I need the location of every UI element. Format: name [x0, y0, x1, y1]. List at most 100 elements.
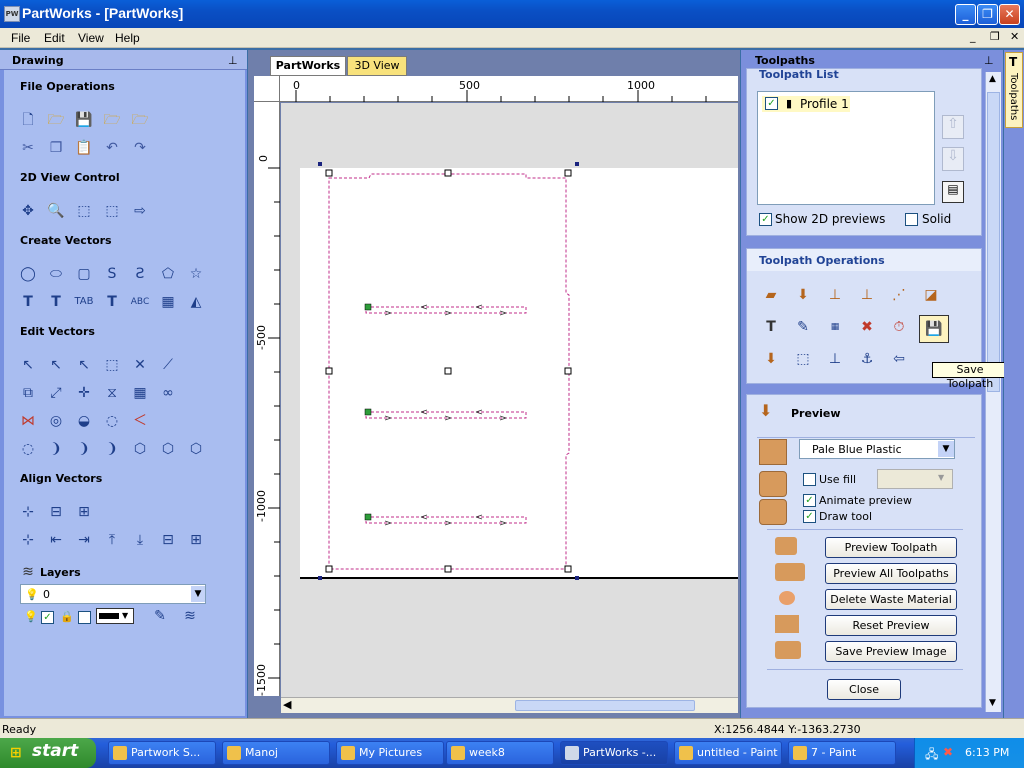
- delete-nodes-icon[interactable]: ✕: [130, 355, 150, 375]
- tab-partworks[interactable]: PartWorks: [270, 56, 346, 76]
- trim-icon[interactable]: ◌: [102, 411, 122, 431]
- redo-icon[interactable]: ↷: [130, 138, 150, 158]
- cut-icon[interactable]: ✂: [18, 138, 38, 158]
- zoom-extents-icon[interactable]: ⬚: [74, 201, 94, 221]
- rotate-icon[interactable]: ✛: [74, 383, 94, 403]
- reset-preview-button[interactable]: Reset Preview: [825, 615, 957, 636]
- text-engrave-icon[interactable]: T: [761, 317, 781, 337]
- center-vertical-icon[interactable]: ⊞: [186, 530, 206, 550]
- preview-all-toolpaths-button[interactable]: Preview All Toolpaths: [825, 563, 957, 584]
- security-alert-icon[interactable]: ✖: [943, 745, 953, 759]
- scroll-thumb[interactable]: [515, 700, 695, 711]
- layer-check[interactable]: ✓: [41, 611, 54, 624]
- preview-toolpath-button[interactable]: Preview Toolpath: [825, 537, 957, 558]
- save-preview-image-button[interactable]: Save Preview Image: [825, 641, 957, 662]
- list-item[interactable]: ✓ ▮ Profile 1: [762, 96, 850, 112]
- array-copy-icon[interactable]: ▦: [158, 292, 178, 312]
- close-vector-icon[interactable]: ⬡: [130, 439, 150, 459]
- layer-stack-icon[interactable]: ≋: [180, 606, 200, 626]
- zoom-icon[interactable]: 🔍: [46, 201, 66, 221]
- material-setup-icon[interactable]: ⬚: [793, 349, 813, 369]
- start-button[interactable]: ⊞ start: [0, 738, 96, 768]
- extend-icon[interactable]: ＜: [130, 411, 150, 431]
- maximize-button[interactable]: ❐: [977, 4, 998, 25]
- pan-icon[interactable]: ✥: [18, 201, 38, 221]
- scale-icon[interactable]: ⤢: [46, 383, 66, 403]
- profile-toolpath-icon[interactable]: ▰: [761, 285, 781, 305]
- text-auto-layout-icon[interactable]: TAB: [74, 292, 94, 312]
- animate-preview-checkbox[interactable]: ✓: [803, 494, 816, 507]
- solid-checkbox[interactable]: ✓: [905, 213, 918, 226]
- taskbar-item[interactable]: 7 - Paint: [788, 741, 896, 765]
- show-2d-previews-checkbox[interactable]: ✓: [759, 213, 772, 226]
- scroll-up-icon[interactable]: ▲: [989, 74, 996, 84]
- align-page-center-icon[interactable]: ⊹: [18, 530, 38, 550]
- save-file-icon[interactable]: 💾: [74, 110, 94, 130]
- draw-curve-icon[interactable]: Ƨ: [130, 264, 150, 284]
- draw-rectangle-icon[interactable]: ▢: [74, 264, 94, 284]
- menu-view[interactable]: View: [78, 31, 104, 45]
- vcarve-toolpath-icon[interactable]: ◪: [921, 285, 941, 305]
- panel-scrollbar[interactable]: ▲ ▼: [985, 72, 1001, 712]
- preview-material-icon[interactable]: ⬇: [761, 349, 781, 369]
- open-file-icon[interactable]: 🗁: [46, 110, 66, 130]
- toolpath-templates-icon[interactable]: ▦: [825, 317, 845, 337]
- mdi-close-icon[interactable]: ✕: [1010, 30, 1019, 43]
- chevron-down-icon[interactable]: ▼: [938, 441, 954, 457]
- toolpath-visible-checkbox[interactable]: ✓: [765, 97, 778, 110]
- fluting-toolpath-icon[interactable]: ⋰: [889, 285, 909, 305]
- draw-polygon-icon[interactable]: ⬠: [158, 264, 178, 284]
- mdi-restore-icon[interactable]: ❐: [990, 30, 1000, 43]
- menu-edit[interactable]: Edit: [44, 31, 65, 45]
- delete-toolpath-icon[interactable]: ✖: [857, 317, 877, 337]
- text-on-curve-icon[interactable]: ABC: [130, 292, 150, 312]
- undo-icon[interactable]: ↶: [102, 138, 122, 158]
- pocket-toolpath-icon[interactable]: ⬇: [793, 285, 813, 305]
- tbone-icon[interactable]: ❩: [102, 439, 122, 459]
- group-icon[interactable]: ▦: [130, 383, 150, 403]
- intersect-icon[interactable]: ◒: [74, 411, 94, 431]
- align-vertical-center-icon[interactable]: ⊞: [74, 502, 94, 522]
- move-down-button[interactable]: ⇩: [942, 147, 964, 171]
- drawing-canvas[interactable]: [281, 103, 738, 697]
- zoom-selection-icon[interactable]: ⬚: [102, 201, 122, 221]
- taskbar-item[interactable]: Manoj: [222, 741, 330, 765]
- node-edit-icon[interactable]: ↖: [46, 355, 66, 375]
- curve-fit-icon[interactable]: ⬡: [186, 439, 206, 459]
- import-vectors-icon[interactable]: 🗁: [102, 110, 122, 130]
- toggle-view-icon[interactable]: ⇨: [130, 201, 150, 221]
- time-estimate-icon[interactable]: ⏱: [889, 317, 909, 337]
- text-arc-icon[interactable]: T: [102, 292, 122, 312]
- network-icon[interactable]: 🖧: [925, 745, 938, 766]
- lock-icon[interactable]: 🔒: [60, 610, 74, 623]
- align-top-icon[interactable]: ⤒: [102, 530, 122, 550]
- color-select[interactable]: ▼: [96, 608, 134, 624]
- weld-icon[interactable]: ⋈: [18, 411, 38, 431]
- new-file-icon[interactable]: 🗋: [18, 110, 38, 130]
- taskbar-item[interactable]: week8: [446, 741, 554, 765]
- copy-icon[interactable]: ❐: [46, 138, 66, 158]
- layer-manager-icon[interactable]: ✎: [150, 606, 170, 626]
- edit-toolpath-icon[interactable]: ✎: [793, 317, 813, 337]
- subtract-icon[interactable]: ◎: [46, 411, 66, 431]
- panel-scroll-thumb[interactable]: [987, 92, 1000, 392]
- measure-icon[interactable]: ⟋: [158, 355, 178, 375]
- align-horizontal-center-icon[interactable]: ⊟: [46, 502, 66, 522]
- mdi-minimize-icon[interactable]: _: [970, 30, 976, 43]
- align-right-icon[interactable]: ⇥: [74, 530, 94, 550]
- horizontal-scrollbar[interactable]: ◀: [281, 697, 738, 713]
- offset-icon[interactable]: ◌: [18, 439, 38, 459]
- layer-color-box[interactable]: ✓: [78, 611, 91, 624]
- clock[interactable]: 6:13 PM: [965, 746, 1009, 759]
- layer-select[interactable]: 💡 0 ▼: [20, 584, 206, 604]
- move-up-button[interactable]: ⇧: [942, 115, 964, 139]
- quick-engrave-icon[interactable]: ⊥: [857, 285, 877, 305]
- mirror-icon[interactable]: ⧖: [102, 383, 122, 403]
- fillet-icon[interactable]: ❩: [46, 439, 66, 459]
- pin-icon[interactable]: ⊥: [228, 54, 238, 67]
- select-icon[interactable]: ↖: [18, 355, 38, 375]
- toolpath-summary-button[interactable]: ▤: [942, 181, 964, 203]
- toolpaths-side-tab[interactable]: T Toolpaths: [1005, 52, 1023, 128]
- taskbar-item[interactable]: My Pictures: [336, 741, 444, 765]
- layer-visible-icon[interactable]: 💡: [24, 610, 38, 623]
